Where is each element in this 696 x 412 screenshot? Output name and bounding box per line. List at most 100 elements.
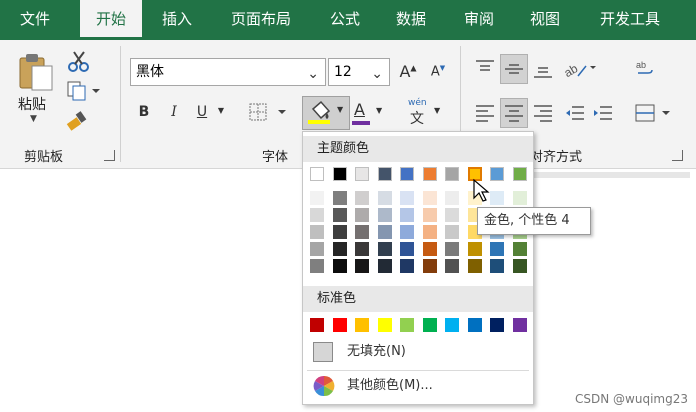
- phonetic-button[interactable]: wén 文 ▼: [406, 98, 446, 128]
- shade-color-swatch[interactable]: [310, 225, 324, 239]
- tab-view[interactable]: 视图: [518, 0, 572, 40]
- align-right-icon[interactable]: [532, 102, 554, 124]
- bottom-align-icon[interactable]: [532, 58, 554, 80]
- shade-color-swatch[interactable]: [400, 259, 414, 273]
- shade-color-swatch[interactable]: [400, 208, 414, 222]
- shade-color-swatch[interactable]: [332, 208, 347, 222]
- theme-color-swatch[interactable]: [512, 167, 527, 181]
- shade-color-swatch[interactable]: [422, 208, 437, 222]
- bold-button[interactable]: B: [136, 104, 152, 120]
- middle-align-button[interactable]: [500, 54, 528, 84]
- shade-color-swatch[interactable]: [355, 191, 369, 205]
- shade-color-swatch[interactable]: [400, 225, 414, 239]
- dialog-launcher-icon[interactable]: [104, 150, 115, 161]
- shade-color-swatch[interactable]: [422, 259, 437, 273]
- shade-color-swatch[interactable]: [332, 191, 347, 205]
- standard-color-swatch[interactable]: [377, 318, 392, 332]
- shrink-font-button[interactable]: A▼: [428, 64, 448, 79]
- shade-color-swatch[interactable]: [445, 208, 459, 222]
- standard-color-swatch[interactable]: [310, 318, 324, 332]
- shade-color-swatch[interactable]: [490, 259, 504, 273]
- theme-color-swatch[interactable]: [445, 167, 459, 181]
- shade-color-swatch[interactable]: [445, 191, 459, 205]
- font-color-button[interactable]: A ▼: [352, 100, 388, 128]
- shade-color-swatch[interactable]: [310, 208, 324, 222]
- standard-color-swatch[interactable]: [490, 318, 504, 332]
- shade-color-swatch[interactable]: [422, 191, 437, 205]
- center-align-button[interactable]: [500, 98, 528, 128]
- tab-formulas[interactable]: 公式: [318, 0, 372, 40]
- tab-insert[interactable]: 插入: [150, 0, 204, 40]
- theme-color-swatch[interactable]: [400, 167, 414, 181]
- shade-color-swatch[interactable]: [422, 225, 437, 239]
- shade-color-swatch[interactable]: [400, 242, 414, 256]
- theme-color-swatch[interactable]: [355, 167, 369, 181]
- shade-color-swatch[interactable]: [467, 242, 482, 256]
- shade-color-swatch[interactable]: [377, 191, 392, 205]
- shade-color-swatch[interactable]: [310, 242, 324, 256]
- shade-color-swatch[interactable]: [467, 259, 482, 273]
- shade-color-swatch[interactable]: [512, 259, 527, 273]
- italic-button[interactable]: I: [166, 104, 182, 120]
- more-colors-item[interactable]: 其他颜色(M)...: [303, 372, 533, 400]
- shade-color-swatch[interactable]: [310, 191, 324, 205]
- cut-icon[interactable]: [68, 50, 90, 72]
- tab-page-layout[interactable]: 页面布局: [218, 0, 304, 40]
- dialog-launcher-icon[interactable]: [672, 150, 683, 161]
- standard-color-swatch[interactable]: [512, 318, 527, 332]
- paste-button[interactable]: 粘贴 ▼: [14, 50, 58, 132]
- tab-data[interactable]: 数据: [384, 0, 438, 40]
- shade-color-swatch[interactable]: [355, 259, 369, 273]
- format-painter-icon[interactable]: [66, 110, 90, 132]
- shade-color-swatch[interactable]: [400, 191, 414, 205]
- shade-color-swatch[interactable]: [490, 242, 504, 256]
- shade-color-swatch[interactable]: [490, 191, 504, 205]
- merge-center-icon[interactable]: [634, 102, 672, 124]
- standard-color-swatch[interactable]: [445, 318, 459, 332]
- theme-color-swatch[interactable]: [377, 167, 392, 181]
- tab-home[interactable]: 开始: [80, 0, 142, 40]
- shade-color-swatch[interactable]: [377, 259, 392, 273]
- shade-color-swatch[interactable]: [422, 242, 437, 256]
- shade-color-swatch[interactable]: [332, 225, 347, 239]
- tab-developer[interactable]: 开发工具: [588, 0, 672, 40]
- shade-color-swatch[interactable]: [377, 225, 392, 239]
- chevron-down-icon[interactable]: ▼: [216, 106, 226, 115]
- tab-review[interactable]: 审阅: [452, 0, 506, 40]
- standard-color-swatch[interactable]: [422, 318, 437, 332]
- font-size-combo[interactable]: 12 ⌄: [328, 58, 390, 86]
- fill-color-button[interactable]: ▼: [302, 96, 350, 130]
- theme-color-swatch[interactable]: [422, 167, 437, 181]
- theme-color-swatch[interactable]: [490, 167, 504, 181]
- no-fill-item[interactable]: 无填充(N): [303, 338, 533, 366]
- shade-color-swatch[interactable]: [377, 242, 392, 256]
- shade-color-swatch[interactable]: [445, 225, 459, 239]
- borders-icon[interactable]: [248, 102, 288, 122]
- theme-color-swatch[interactable]: [310, 167, 324, 181]
- increase-indent-icon[interactable]: [592, 102, 614, 124]
- orientation-icon[interactable]: ab: [562, 58, 598, 80]
- shade-color-swatch[interactable]: [445, 259, 459, 273]
- shade-color-swatch[interactable]: [332, 259, 347, 273]
- font-name-combo[interactable]: 黑体 ⌄: [130, 58, 326, 86]
- align-left-icon[interactable]: [474, 102, 496, 124]
- shade-color-swatch[interactable]: [310, 259, 324, 273]
- shade-color-swatch[interactable]: [512, 191, 527, 205]
- standard-color-swatch[interactable]: [400, 318, 414, 332]
- standard-color-swatch[interactable]: [355, 318, 369, 332]
- standard-color-swatch[interactable]: [332, 318, 347, 332]
- shade-color-swatch[interactable]: [377, 208, 392, 222]
- shade-color-swatch[interactable]: [355, 242, 369, 256]
- shade-color-swatch[interactable]: [355, 208, 369, 222]
- standard-color-swatch[interactable]: [467, 318, 482, 332]
- grow-font-button[interactable]: A▲: [398, 62, 418, 81]
- wrap-text-icon[interactable]: ab: [634, 58, 656, 80]
- shade-color-swatch[interactable]: [512, 242, 527, 256]
- shade-color-swatch[interactable]: [445, 242, 459, 256]
- tab-file[interactable]: 文件: [8, 0, 62, 40]
- theme-color-swatch[interactable]: [332, 167, 347, 181]
- decrease-indent-icon[interactable]: [564, 102, 586, 124]
- copy-icon[interactable]: [66, 80, 100, 102]
- shade-color-swatch[interactable]: [332, 242, 347, 256]
- underline-button[interactable]: U: [194, 104, 210, 120]
